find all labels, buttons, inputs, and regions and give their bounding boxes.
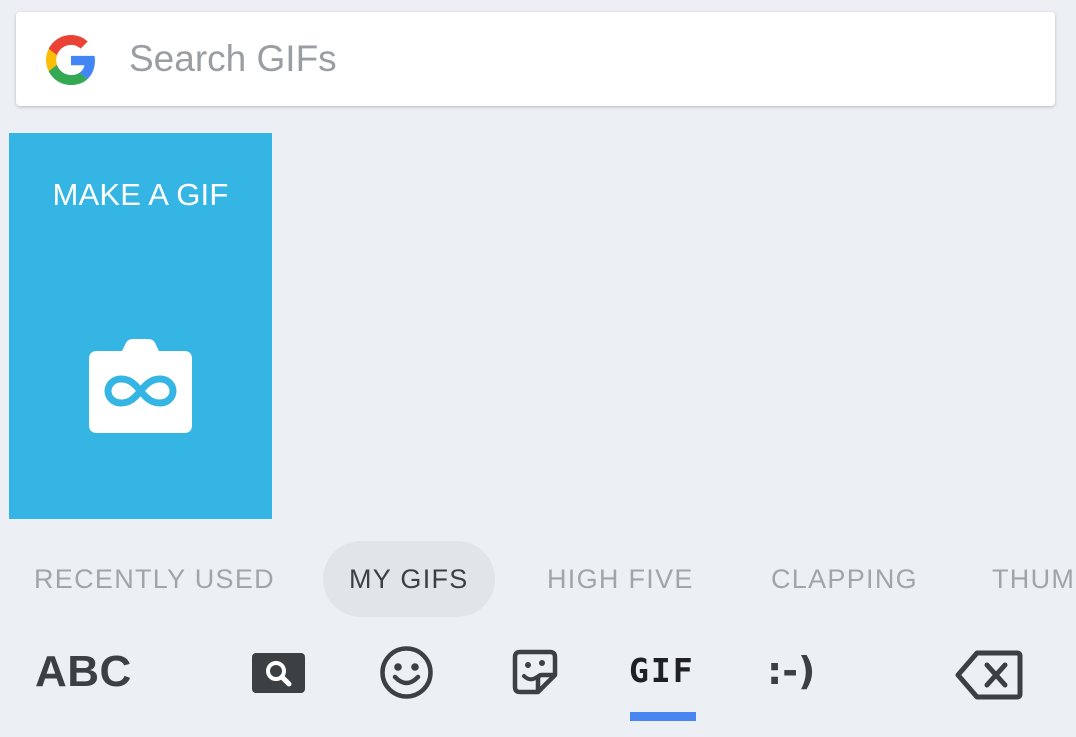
camera-infinity-icon <box>89 339 192 433</box>
tab-my-gifs[interactable]: MY GIFS <box>323 541 495 617</box>
tab-thumbs[interactable]: THUM <box>992 541 1075 617</box>
tab-recently-used[interactable]: RECENTLY USED <box>34 541 275 617</box>
tab-high-five[interactable]: HIGH FIVE <box>547 541 694 617</box>
tab-clapping[interactable]: CLAPPING <box>771 541 918 617</box>
gif-category-tabs: RECENTLY USED MY GIFS HIGH FIVE CLAPPING… <box>0 541 1076 617</box>
backspace-icon[interactable] <box>955 650 1023 700</box>
search-input[interactable]: Search GIFs <box>129 12 337 106</box>
google-g-icon <box>46 35 95 85</box>
make-gif-tile[interactable]: MAKE A GIF <box>9 133 272 519</box>
smiley-icon[interactable] <box>379 645 434 700</box>
gif-active-indicator <box>630 712 696 721</box>
sticker-icon[interactable] <box>512 649 558 695</box>
gif-key[interactable]: GIF <box>629 651 695 690</box>
emoticon-key[interactable]: :-) <box>767 649 815 693</box>
gif-search-bar[interactable]: Search GIFs <box>16 12 1055 106</box>
keyboard-bottom-bar: ABC GIF :-) <box>0 625 1076 737</box>
abc-key[interactable]: ABC <box>35 647 132 697</box>
make-gif-label: MAKE A GIF <box>52 177 229 212</box>
search-key-icon[interactable] <box>252 653 305 693</box>
